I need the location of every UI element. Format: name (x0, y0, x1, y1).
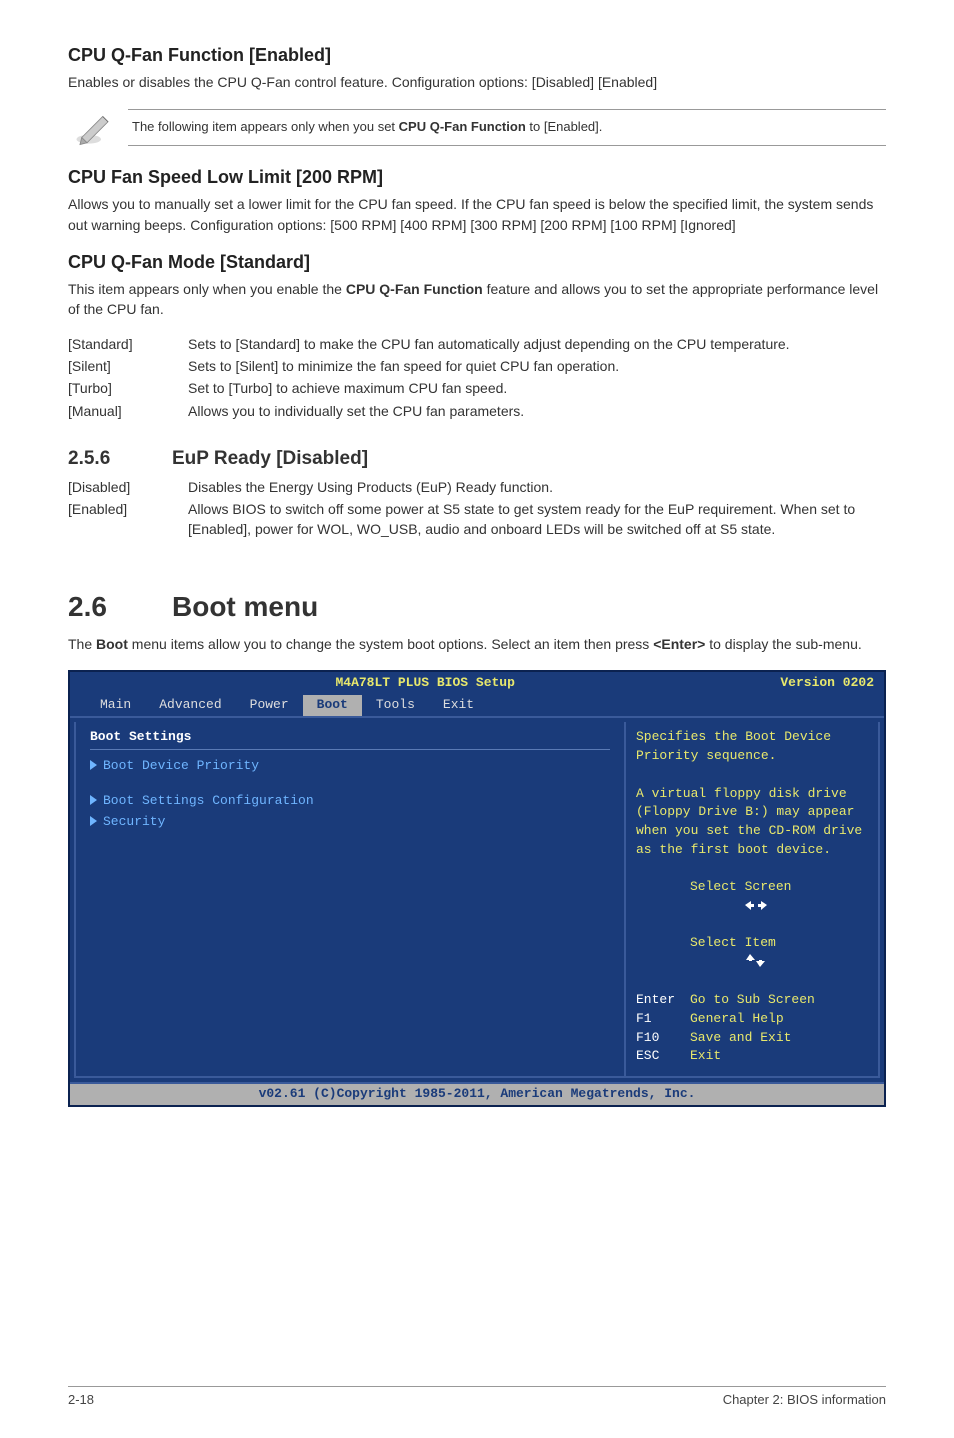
boot-body-bold1: Boot (96, 636, 128, 652)
bios-key-label: Enter (636, 991, 690, 1010)
bios-tab-advanced[interactable]: Advanced (145, 695, 235, 716)
bios-help-text: Specifies the Boot Device Priority seque… (636, 728, 868, 860)
bios-key-desc: General Help (690, 1010, 784, 1029)
table-row: [Disabled]Disables the Energy Using Prod… (68, 477, 886, 499)
heading-qfan-function: CPU Q-Fan Function [Enabled] (68, 42, 886, 68)
note-row: The following item appears only when you… (68, 106, 886, 148)
boot-body-bold2: <Enter> (653, 636, 705, 652)
heading-26-title: Boot menu (172, 587, 318, 628)
bios-title: M4A78LT PLUS BIOS Setup (70, 672, 780, 695)
table-row: [Silent]Sets to [Silent] to minimize the… (68, 356, 886, 378)
heading-qfan-mode: CPU Q-Fan Mode [Standard] (68, 249, 886, 275)
note-text-bold: CPU Q-Fan Function (399, 119, 526, 134)
page-number: 2-18 (68, 1391, 94, 1410)
option-key: [Disabled] (68, 477, 188, 499)
bios-key-row: F1General Help (636, 1010, 868, 1029)
body-qfan-function: Enables or disables the CPU Q-Fan contro… (68, 72, 886, 92)
bios-setup-screen: M4A78LT PLUS BIOS Setup Main Advanced Po… (68, 670, 886, 1107)
pencil-icon (68, 106, 120, 148)
bios-key-desc: Save and Exit (690, 1029, 791, 1048)
triangle-icon (90, 816, 97, 826)
bios-footer: v02.61 (C)Copyright 1985-2011, American … (70, 1082, 884, 1105)
bios-right-pane: Specifies the Boot Device Priority seque… (626, 722, 880, 1078)
heading-256-num: 2.5.6 (68, 445, 172, 473)
bios-item-label: Boot Settings Configuration (103, 793, 314, 808)
bios-key-label: F1 (636, 1010, 690, 1029)
option-desc: Allows BIOS to switch off some power at … (188, 499, 886, 542)
heading-26-num: 2.6 (68, 587, 172, 628)
bios-body: Boot Settings Boot Device Priority Boot … (70, 716, 884, 1082)
heading-fan-low-limit: CPU Fan Speed Low Limit [200 RPM] (68, 164, 886, 190)
bios-key-row: Select Item (636, 934, 868, 991)
bios-tab-tools[interactable]: Tools (362, 695, 429, 716)
bios-tab-boot[interactable]: Boot (303, 695, 362, 716)
bios-key-label: F10 (636, 1029, 690, 1048)
bios-item-label: Security (103, 814, 165, 829)
bios-help-keys: Select Screen Select Item EnterGo to Sub… (636, 878, 868, 1066)
boot-body-before: The (68, 636, 96, 652)
body-qfan-mode-before: This item appears only when you enable t… (68, 281, 346, 297)
qfan-mode-options: [Standard]Sets to [Standard] to make the… (68, 334, 886, 423)
option-desc: Set to [Turbo] to achieve maximum CPU fa… (188, 378, 886, 400)
spacer (90, 777, 610, 791)
option-desc: Sets to [Silent] to minimize the fan spe… (188, 356, 886, 378)
bios-key-row: Select Screen (636, 878, 868, 935)
bios-tabs: Main Advanced Power Boot Tools Exit (70, 695, 780, 716)
bios-tab-power[interactable]: Power (236, 695, 303, 716)
triangle-icon (90, 760, 97, 770)
bios-key-desc: Select Item (690, 934, 776, 991)
option-desc: Sets to [Standard] to make the CPU fan a… (188, 334, 886, 356)
boot-body-mid: menu items allow you to change the syste… (128, 636, 653, 652)
bios-header: M4A78LT PLUS BIOS Setup Main Advanced Po… (70, 672, 884, 716)
bios-item-boot-device-priority[interactable]: Boot Device Priority (90, 756, 610, 777)
option-key: [Manual] (68, 401, 188, 423)
option-key: [Silent] (68, 356, 188, 378)
bios-item-boot-settings-config[interactable]: Boot Settings Configuration (90, 791, 610, 812)
bios-tab-exit[interactable]: Exit (429, 695, 488, 716)
body-boot-menu: The Boot menu items allow you to change … (68, 634, 886, 654)
heading-26: 2.6 Boot menu (68, 587, 886, 628)
option-desc: Allows you to individually set the CPU f… (188, 401, 886, 423)
option-key: [Standard] (68, 334, 188, 356)
bios-divider (90, 749, 610, 750)
bios-key-label: ESC (636, 1047, 690, 1066)
eup-options: [Disabled]Disables the Energy Using Prod… (68, 477, 886, 542)
chapter-label: Chapter 2: BIOS information (723, 1391, 886, 1410)
bios-tab-main[interactable]: Main (86, 695, 145, 716)
note-text: The following item appears only when you… (128, 109, 886, 146)
option-key: [Enabled] (68, 499, 188, 542)
bios-item-security[interactable]: Security (90, 812, 610, 833)
arrow-ud-icon (636, 934, 690, 991)
bios-key-row: F10Save and Exit (636, 1029, 868, 1048)
table-row: [Standard]Sets to [Standard] to make the… (68, 334, 886, 356)
bios-key-desc: Select Screen (690, 878, 791, 935)
heading-256: 2.5.6 EuP Ready [Disabled] (68, 445, 886, 473)
bios-key-row: ESCExit (636, 1047, 868, 1066)
option-desc: Disables the Energy Using Products (EuP)… (188, 477, 886, 499)
body-fan-low-limit: Allows you to manually set a lower limit… (68, 194, 886, 235)
table-row: [Enabled]Allows BIOS to switch off some … (68, 499, 886, 542)
page-footer: 2-18 Chapter 2: BIOS information (68, 1386, 886, 1410)
option-key: [Turbo] (68, 378, 188, 400)
bios-key-desc: Go to Sub Screen (690, 991, 815, 1010)
bios-key-row: EnterGo to Sub Screen (636, 991, 868, 1010)
table-row: [Turbo]Set to [Turbo] to achieve maximum… (68, 378, 886, 400)
note-text-before: The following item appears only when you… (132, 119, 399, 134)
bios-version: Version 0202 (780, 672, 884, 693)
bios-group-title: Boot Settings (90, 728, 610, 747)
bios-item-label: Boot Device Priority (103, 758, 259, 773)
boot-body-after: to display the sub-menu. (705, 636, 861, 652)
arrow-lr-icon (636, 878, 690, 935)
bios-key-desc: Exit (690, 1047, 721, 1066)
triangle-icon (90, 795, 97, 805)
bios-left-pane: Boot Settings Boot Device Priority Boot … (74, 722, 626, 1078)
note-text-after: to [Enabled]. (526, 119, 603, 134)
heading-256-title: EuP Ready [Disabled] (172, 445, 368, 473)
body-qfan-mode-bold: CPU Q-Fan Function (346, 281, 483, 297)
body-qfan-mode: This item appears only when you enable t… (68, 279, 886, 320)
table-row: [Manual]Allows you to individually set t… (68, 401, 886, 423)
